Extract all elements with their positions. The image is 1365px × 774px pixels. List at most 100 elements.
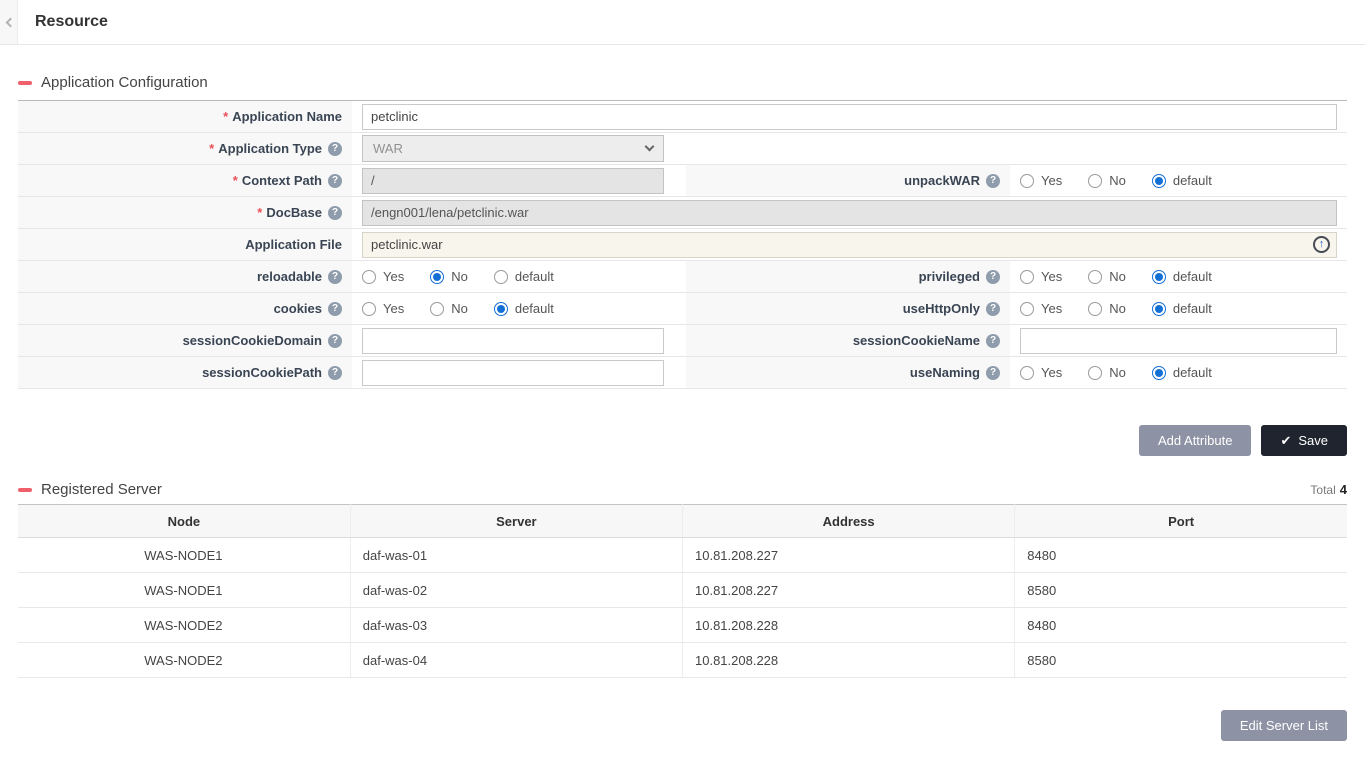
row-application-file: Application File ↑ xyxy=(18,229,1347,261)
help-icon[interactable]: ? xyxy=(328,142,342,156)
sessioncookiedomain-label: sessionCookieDomain ? xyxy=(18,325,352,356)
usehttponly-radio-default[interactable]: default xyxy=(1152,301,1212,316)
sessioncookiedomain-input[interactable] xyxy=(362,328,664,354)
total-count: Total4 xyxy=(1310,482,1347,497)
radio-label: Yes xyxy=(1041,173,1062,188)
registered-server-title: Registered Server xyxy=(41,481,162,498)
section-dash-icon xyxy=(18,81,32,85)
back-button[interactable] xyxy=(0,0,18,44)
table-row: WAS-NODE1 daf-was-01 10.81.208.227 8480 xyxy=(18,538,1347,573)
help-icon[interactable]: ? xyxy=(986,334,1000,348)
app-config-form: * Application Name * Application Type ? … xyxy=(18,100,1347,389)
cookies-radio-yes[interactable]: Yes xyxy=(362,301,404,316)
radio-label: No xyxy=(1109,269,1126,284)
save-button[interactable]: ✔ Save xyxy=(1261,425,1347,456)
label-text: sessionCookieDomain xyxy=(183,333,322,348)
application-file-input xyxy=(362,232,1337,258)
usehttponly-radio-no[interactable]: No xyxy=(1088,301,1126,316)
usenaming-radio-no[interactable]: No xyxy=(1088,365,1126,380)
required-marker: * xyxy=(233,173,238,188)
privileged-radio-default[interactable]: default xyxy=(1152,269,1212,284)
col-node: Node xyxy=(18,505,350,538)
row-reloadable-privileged: reloadable ? Yes No default xyxy=(18,261,1347,293)
cell-server: daf-was-04 xyxy=(350,643,682,678)
cell-port: 8480 xyxy=(1015,608,1347,643)
radio-label: default xyxy=(1173,173,1212,188)
privileged-radio-yes[interactable]: Yes xyxy=(1020,269,1062,284)
sessioncookiedomain-field xyxy=(352,325,686,356)
usenaming-radio-yes[interactable]: Yes xyxy=(1020,365,1062,380)
radio-icon xyxy=(1020,366,1034,380)
reloadable-radio-no[interactable]: No xyxy=(430,269,468,284)
reloadable-radio-yes[interactable]: Yes xyxy=(362,269,404,284)
application-name-input[interactable] xyxy=(362,104,1337,130)
help-icon[interactable]: ? xyxy=(328,366,342,380)
radio-label: No xyxy=(1109,301,1126,316)
cookies-radio-default[interactable]: default xyxy=(494,301,554,316)
page-header: Resource xyxy=(0,0,1365,45)
label-text: sessionCookieName xyxy=(853,333,980,348)
row-docbase: * DocBase ? xyxy=(18,197,1347,229)
cell-port: 8580 xyxy=(1015,573,1347,608)
cell-server: daf-was-01 xyxy=(350,538,682,573)
upload-icon[interactable]: ↑ xyxy=(1313,236,1330,253)
label-text: useNaming xyxy=(910,365,980,380)
radio-icon xyxy=(1088,366,1102,380)
cell-node: WAS-NODE2 xyxy=(18,643,350,678)
cell-address: 10.81.208.228 xyxy=(683,643,1015,678)
col-address: Address xyxy=(683,505,1015,538)
help-icon[interactable]: ? xyxy=(986,270,1000,284)
application-file-label: Application File xyxy=(18,229,352,260)
sessioncookiepath-label: sessionCookiePath ? xyxy=(18,357,352,388)
cell-server: daf-was-02 xyxy=(350,573,682,608)
cell-address: 10.81.208.227 xyxy=(683,538,1015,573)
sessioncookiepath-field xyxy=(352,357,686,388)
label-text: unpackWAR xyxy=(904,173,980,188)
edit-server-list-button[interactable]: Edit Server List xyxy=(1221,710,1347,741)
help-icon[interactable]: ? xyxy=(986,302,1000,316)
required-marker: * xyxy=(223,109,228,124)
help-icon[interactable]: ? xyxy=(328,206,342,220)
cell-address: 10.81.208.227 xyxy=(683,573,1015,608)
sessioncookiepath-input[interactable] xyxy=(362,360,664,386)
context-path-input xyxy=(362,168,664,194)
privileged-radio-no[interactable]: No xyxy=(1088,269,1126,284)
check-icon: ✔ xyxy=(1280,433,1291,449)
usenaming-radio-group: Yes No default xyxy=(1020,365,1212,380)
label-text: DocBase xyxy=(266,205,322,220)
sessioncookiename-input[interactable] xyxy=(1020,328,1337,354)
application-name-field xyxy=(352,101,1347,132)
help-icon[interactable]: ? xyxy=(328,302,342,316)
docbase-field xyxy=(352,197,1347,228)
col-port: Port xyxy=(1015,505,1347,538)
label-text: Context Path xyxy=(242,173,322,188)
help-icon[interactable]: ? xyxy=(986,366,1000,380)
table-row: WAS-NODE2 daf-was-04 10.81.208.228 8580 xyxy=(18,643,1347,678)
unpackwar-radio-no[interactable]: No xyxy=(1088,173,1126,188)
usehttponly-radio-yes[interactable]: Yes xyxy=(1020,301,1062,316)
add-attribute-button[interactable]: Add Attribute xyxy=(1139,425,1251,456)
cell-port: 8480 xyxy=(1015,538,1347,573)
radio-icon xyxy=(362,270,376,284)
help-icon[interactable]: ? xyxy=(328,174,342,188)
radio-label: Yes xyxy=(383,269,404,284)
radio-icon xyxy=(1020,174,1034,188)
radio-label: default xyxy=(1173,365,1212,380)
cookies-radio-no[interactable]: No xyxy=(430,301,468,316)
label-text: Application Name xyxy=(232,109,342,124)
unpackwar-radio-yes[interactable]: Yes xyxy=(1020,173,1062,188)
unpackwar-radio-default[interactable]: default xyxy=(1152,173,1212,188)
label-text: Application File xyxy=(245,237,342,252)
help-icon[interactable]: ? xyxy=(328,270,342,284)
unpackwar-field: Yes No default xyxy=(1010,165,1347,196)
radio-label: No xyxy=(451,269,468,284)
form-actions: Add Attribute ✔ Save xyxy=(18,425,1347,456)
help-icon[interactable]: ? xyxy=(986,174,1000,188)
reloadable-radio-default[interactable]: default xyxy=(494,269,554,284)
usenaming-radio-default[interactable]: default xyxy=(1152,365,1212,380)
radio-label: default xyxy=(515,269,554,284)
privileged-radio-group: Yes No default xyxy=(1020,269,1212,284)
help-icon[interactable]: ? xyxy=(328,334,342,348)
radio-label: Yes xyxy=(1041,269,1062,284)
radio-icon xyxy=(1152,302,1166,316)
